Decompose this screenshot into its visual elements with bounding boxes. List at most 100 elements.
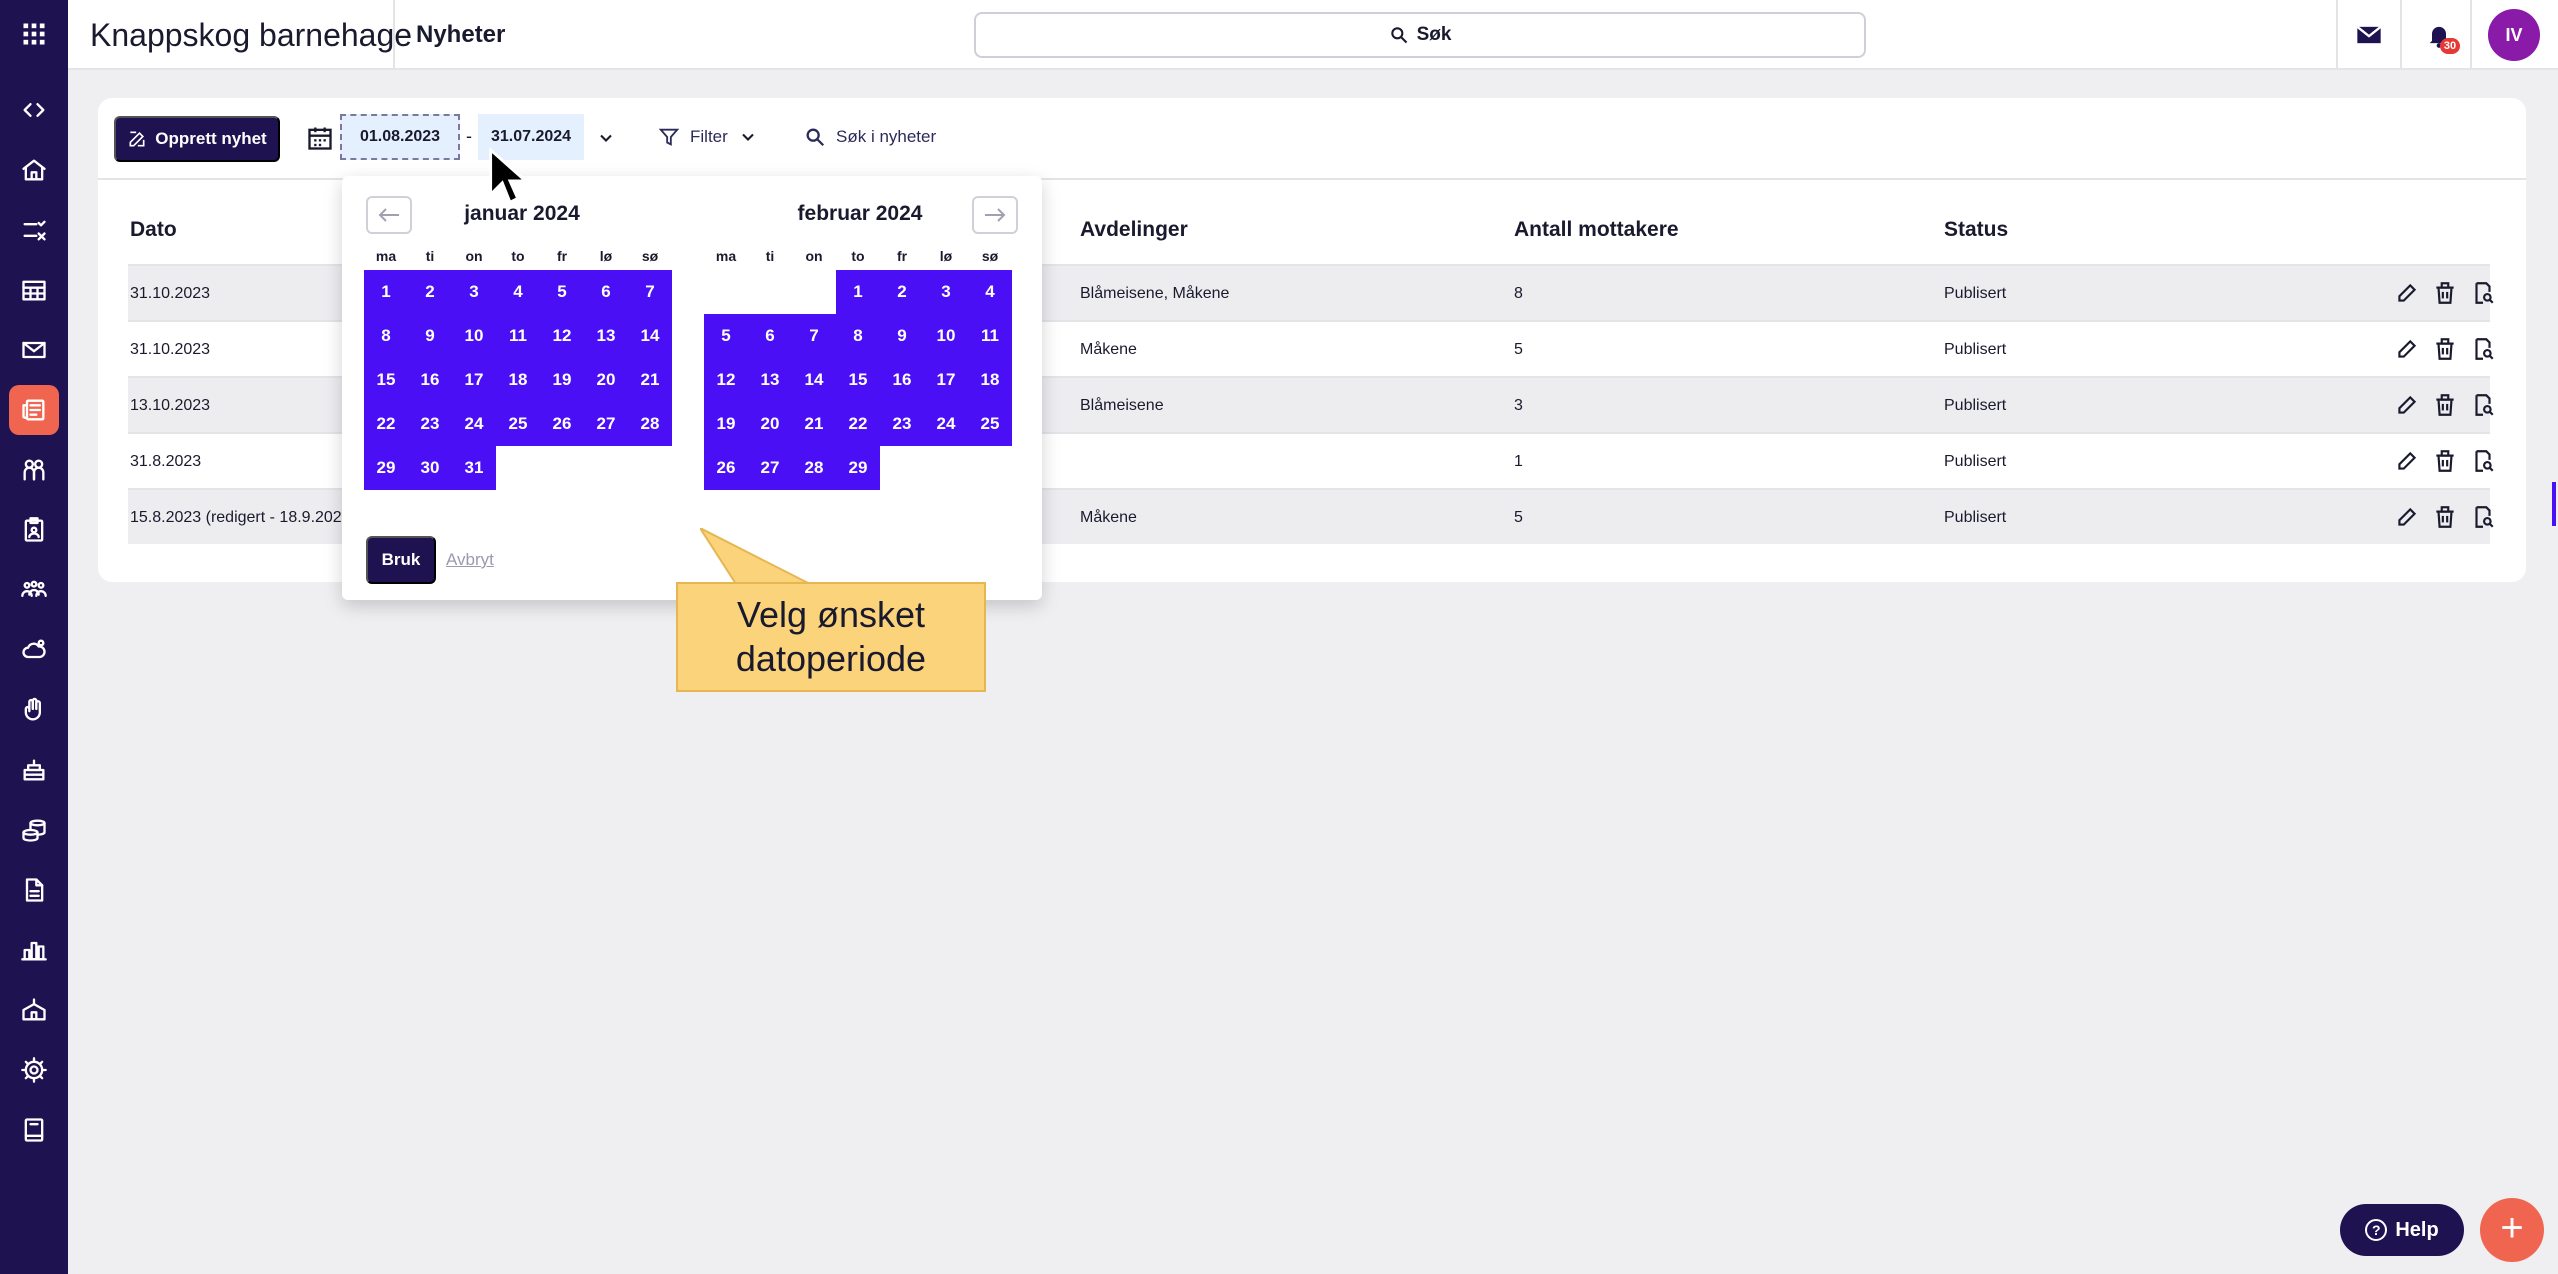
calendar-day[interactable]: 24 <box>452 402 496 446</box>
clipboard-icon[interactable] <box>9 505 59 555</box>
calendar-day[interactable]: 10 <box>452 314 496 358</box>
calendar-day[interactable]: 15 <box>364 358 408 402</box>
preview-icon[interactable] <box>2470 392 2496 418</box>
trash-icon[interactable] <box>2432 392 2458 418</box>
filter-button[interactable]: Filter <box>658 120 758 154</box>
calendar-day[interactable]: 6 <box>584 270 628 314</box>
weather-icon[interactable] <box>9 625 59 675</box>
hand-icon[interactable] <box>9 685 59 735</box>
avatar[interactable]: IV <box>2488 9 2540 61</box>
calendar-day[interactable]: 26 <box>540 402 584 446</box>
next-month-button[interactable] <box>972 196 1018 234</box>
apps-grid-icon[interactable] <box>9 9 59 59</box>
column-header-date[interactable]: Dato <box>130 218 177 242</box>
calendar-day[interactable]: 5 <box>540 270 584 314</box>
calendar-day[interactable]: 24 <box>924 402 968 446</box>
document-icon[interactable] <box>9 865 59 915</box>
edit-icon[interactable] <box>2394 392 2420 418</box>
edit-icon[interactable] <box>2394 448 2420 474</box>
organization-name[interactable]: Knappskog barnehage <box>90 0 412 70</box>
calendar-day[interactable]: 4 <box>496 270 540 314</box>
groups-icon[interactable] <box>9 565 59 615</box>
edit-icon[interactable] <box>2394 504 2420 530</box>
calendar-day[interactable]: 26 <box>704 446 748 490</box>
calendar-day[interactable]: 27 <box>748 446 792 490</box>
calendar-day[interactable]: 8 <box>364 314 408 358</box>
calendar-day[interactable]: 19 <box>540 358 584 402</box>
global-search-input[interactable]: Søk <box>974 12 1866 58</box>
school-icon[interactable] <box>9 985 59 1035</box>
book-icon[interactable] <box>9 1105 59 1155</box>
calendar-day[interactable]: 2 <box>408 270 452 314</box>
search-news-button[interactable]: Søk i nyheter <box>804 120 936 154</box>
help-button[interactable]: ? Help <box>2340 1204 2464 1256</box>
calendar-day[interactable]: 8 <box>836 314 880 358</box>
calendar-day[interactable]: 1 <box>364 270 408 314</box>
column-header-departments[interactable]: Avdelinger <box>1080 218 1188 242</box>
calendar-day[interactable]: 12 <box>704 358 748 402</box>
calendar-day[interactable]: 3 <box>924 270 968 314</box>
calendar-day[interactable]: 1 <box>836 270 880 314</box>
calendar-day[interactable]: 21 <box>628 358 672 402</box>
trash-icon[interactable] <box>2432 504 2458 530</box>
calendar-icon[interactable] <box>306 124 334 152</box>
calendar-day[interactable]: 14 <box>792 358 836 402</box>
calendar-day[interactable]: 25 <box>968 402 1012 446</box>
calendar-day[interactable]: 11 <box>496 314 540 358</box>
calendar-icon[interactable] <box>9 265 59 315</box>
calendar-day[interactable]: 30 <box>408 446 452 490</box>
mail-icon[interactable] <box>9 325 59 375</box>
preview-icon[interactable] <box>2470 448 2496 474</box>
calendar-day[interactable]: 16 <box>408 358 452 402</box>
calendar-day[interactable]: 6 <box>748 314 792 358</box>
column-header-status[interactable]: Status <box>1944 218 2008 242</box>
add-button[interactable]: + <box>2480 1198 2544 1262</box>
notifications-bell-icon[interactable]: 30 <box>2420 16 2460 54</box>
calendar-day[interactable]: 20 <box>584 358 628 402</box>
calendar-day[interactable]: 31 <box>452 446 496 490</box>
calendar-day[interactable]: 16 <box>880 358 924 402</box>
calendar-day[interactable]: 13 <box>584 314 628 358</box>
calendar-day[interactable]: 22 <box>836 402 880 446</box>
calendar-day[interactable]: 14 <box>628 314 672 358</box>
messages-icon[interactable] <box>2350 16 2388 54</box>
calendar-day[interactable]: 23 <box>408 402 452 446</box>
chevron-down-icon[interactable] <box>596 128 616 148</box>
calendar-day[interactable]: 28 <box>792 446 836 490</box>
checklist-icon[interactable] <box>9 205 59 255</box>
news-icon[interactable] <box>9 385 59 435</box>
calendar-day[interactable]: 18 <box>496 358 540 402</box>
gear-icon[interactable] <box>9 1045 59 1095</box>
apply-button[interactable]: Bruk <box>366 536 436 584</box>
calendar-day[interactable]: 3 <box>452 270 496 314</box>
edit-icon[interactable] <box>2394 280 2420 306</box>
calendar-day[interactable]: 7 <box>628 270 672 314</box>
calendar-day[interactable]: 9 <box>880 314 924 358</box>
edit-icon[interactable] <box>2394 336 2420 362</box>
calendar-day[interactable]: 12 <box>540 314 584 358</box>
trash-icon[interactable] <box>2432 336 2458 362</box>
home-icon[interactable] <box>9 145 59 195</box>
column-header-recipients[interactable]: Antall mottakere <box>1514 218 1679 242</box>
calendar-day[interactable]: 29 <box>836 446 880 490</box>
calendar-day[interactable]: 19 <box>704 402 748 446</box>
calendar-day[interactable]: 28 <box>628 402 672 446</box>
coins-icon[interactable] <box>9 805 59 855</box>
calendar-day[interactable]: 21 <box>792 402 836 446</box>
calendar-day[interactable]: 23 <box>880 402 924 446</box>
calendar-day[interactable]: 17 <box>452 358 496 402</box>
calendar-day[interactable]: 2 <box>880 270 924 314</box>
preview-icon[interactable] <box>2470 336 2496 362</box>
calendar-day[interactable]: 15 <box>836 358 880 402</box>
calendar-day[interactable]: 18 <box>968 358 1012 402</box>
calendar-day[interactable]: 11 <box>968 314 1012 358</box>
code-toggle-icon[interactable] <box>9 85 59 135</box>
cancel-link[interactable]: Avbryt <box>446 536 494 584</box>
calendar-day[interactable]: 20 <box>748 402 792 446</box>
calendar-day[interactable]: 27 <box>584 402 628 446</box>
calendar-day[interactable]: 25 <box>496 402 540 446</box>
calendar-day[interactable]: 13 <box>748 358 792 402</box>
calendar-day[interactable]: 5 <box>704 314 748 358</box>
cake-icon[interactable] <box>9 745 59 795</box>
stats-icon[interactable] <box>9 925 59 975</box>
